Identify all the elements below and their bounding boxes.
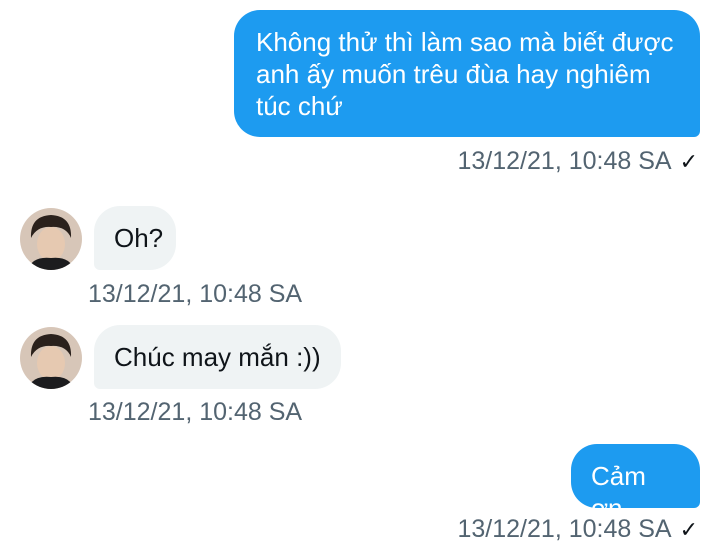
message-text: Chúc may mắn :)) bbox=[114, 342, 321, 372]
message-timestamp: 13/12/21, 10:48 SA bbox=[457, 147, 672, 175]
message-timestamp: 13/12/21, 10:48 SA bbox=[457, 515, 672, 543]
message-bubble-sent[interactable]: Không thử thì làm sao mà biết được anh ấ… bbox=[234, 10, 700, 137]
message-timestamp: 13/12/21, 10:48 SA bbox=[88, 280, 303, 308]
avatar[interactable] bbox=[20, 208, 82, 270]
message-bubble-received[interactable]: Chúc may mắn :)) bbox=[94, 325, 341, 389]
message-text: Oh? bbox=[114, 223, 164, 253]
avatar[interactable] bbox=[20, 327, 82, 389]
message-timestamp: 13/12/21, 10:48 SA bbox=[88, 398, 303, 426]
message-bubble-received[interactable]: Oh? bbox=[94, 206, 176, 270]
check-icon: ✓ bbox=[679, 149, 698, 174]
message-meta: 13/12/21, 10:48 SA ✓ bbox=[458, 146, 699, 177]
check-icon: ✓ bbox=[679, 517, 698, 542]
message-meta: 13/12/21, 10:48 SA ✓ bbox=[458, 514, 699, 545]
message-bubble-sent[interactable]: Cảm ơn bbox=[571, 444, 700, 523]
message-text: Không thử thì làm sao mà biết được anh ấ… bbox=[256, 27, 674, 121]
